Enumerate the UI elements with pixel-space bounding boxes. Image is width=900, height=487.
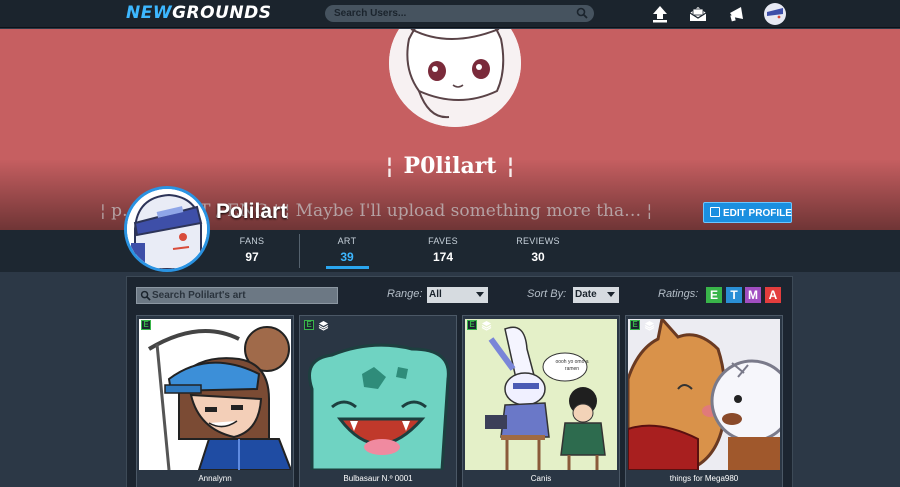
- notifications-icon[interactable]: [727, 4, 747, 24]
- search-icon: [140, 290, 151, 301]
- art-card[interactable]: E Annalynn: [136, 315, 294, 487]
- speech-bubble-text: oooh yo omo a ramen: [555, 359, 589, 372]
- user-avatar[interactable]: [764, 3, 786, 25]
- search-icon[interactable]: [576, 7, 588, 19]
- art-thumbnail[interactable]: [139, 319, 291, 470]
- art-card-title[interactable]: Canis: [463, 474, 619, 483]
- rating-e-badge: E: [630, 320, 640, 330]
- multi-image-icon: [318, 321, 329, 331]
- banner-title-divider-right: ¦: [506, 153, 515, 179]
- rating-filter-e[interactable]: E: [706, 287, 722, 303]
- rating-filter-t[interactable]: T: [726, 287, 742, 303]
- rating-e-badge: E: [141, 320, 151, 330]
- art-card-title[interactable]: Annalynn: [137, 474, 293, 483]
- active-tab-indicator: [326, 266, 369, 269]
- edit-profile-button[interactable]: EDIT PROFILE: [703, 202, 792, 223]
- banner-title: ¦ P0lilart ¦: [385, 153, 515, 179]
- range-select[interactable]: All: [427, 287, 488, 303]
- rating-filter-m[interactable]: M: [745, 287, 761, 303]
- sort-by-label: Sort By:: [527, 288, 567, 300]
- top-navigation-bar: NEWGROUNDS Search Users...: [0, 0, 900, 28]
- multi-image-icon: [644, 321, 655, 331]
- edit-icon: [710, 207, 720, 217]
- tab-fans[interactable]: FANS 97: [212, 236, 292, 264]
- banner-artwork: [389, 29, 521, 127]
- tab-faves[interactable]: FAVES 174: [403, 236, 483, 264]
- upload-icon[interactable]: [650, 4, 670, 24]
- art-search-placeholder: Search Polilart's art: [152, 290, 246, 301]
- art-card[interactable]: E things for Mega980: [625, 315, 783, 487]
- art-card-title[interactable]: Bulbasaur N.º 0001: [300, 474, 456, 483]
- mail-icon[interactable]: [688, 4, 708, 24]
- art-card[interactable]: E Bulbasaur N.º 0001: [299, 315, 457, 487]
- art-search-input[interactable]: Search Polilart's art: [136, 287, 338, 304]
- art-card[interactable]: E oooh yo omo a ramen Canis: [462, 315, 620, 487]
- rating-filter-a[interactable]: A: [765, 287, 781, 303]
- user-search-placeholder: Search Users...: [334, 8, 407, 19]
- art-thumbnail[interactable]: [628, 319, 780, 470]
- profile-avatar-image: [127, 189, 207, 269]
- tab-reviews[interactable]: REVIEWS 30: [498, 236, 578, 264]
- art-card-title[interactable]: things for Mega980: [626, 474, 782, 483]
- art-gallery-panel: Search Polilart's art Range: All Sort By…: [126, 276, 793, 487]
- profile-username: Polilart: [216, 200, 288, 223]
- range-label: Range:: [387, 288, 423, 300]
- art-thumbnail[interactable]: [302, 319, 454, 470]
- banner-title-divider-left: ¦: [385, 153, 394, 179]
- chevron-down-icon: [607, 292, 615, 297]
- rating-e-badge: E: [467, 320, 477, 330]
- user-avatar-image: [765, 4, 785, 24]
- tab-art[interactable]: ART 39: [307, 236, 387, 264]
- multi-image-icon: [481, 321, 492, 331]
- sort-by-select[interactable]: Date: [573, 287, 619, 303]
- rating-e-badge: E: [304, 320, 314, 330]
- stats-divider: [299, 234, 300, 268]
- profile-avatar[interactable]: [124, 186, 210, 272]
- art-thumbnail[interactable]: [465, 319, 617, 470]
- newgrounds-logo[interactable]: NEWGROUNDS: [126, 3, 271, 23]
- chevron-down-icon: [476, 292, 484, 297]
- user-search-input[interactable]: Search Users...: [325, 5, 594, 22]
- ratings-label: Ratings:: [658, 288, 699, 300]
